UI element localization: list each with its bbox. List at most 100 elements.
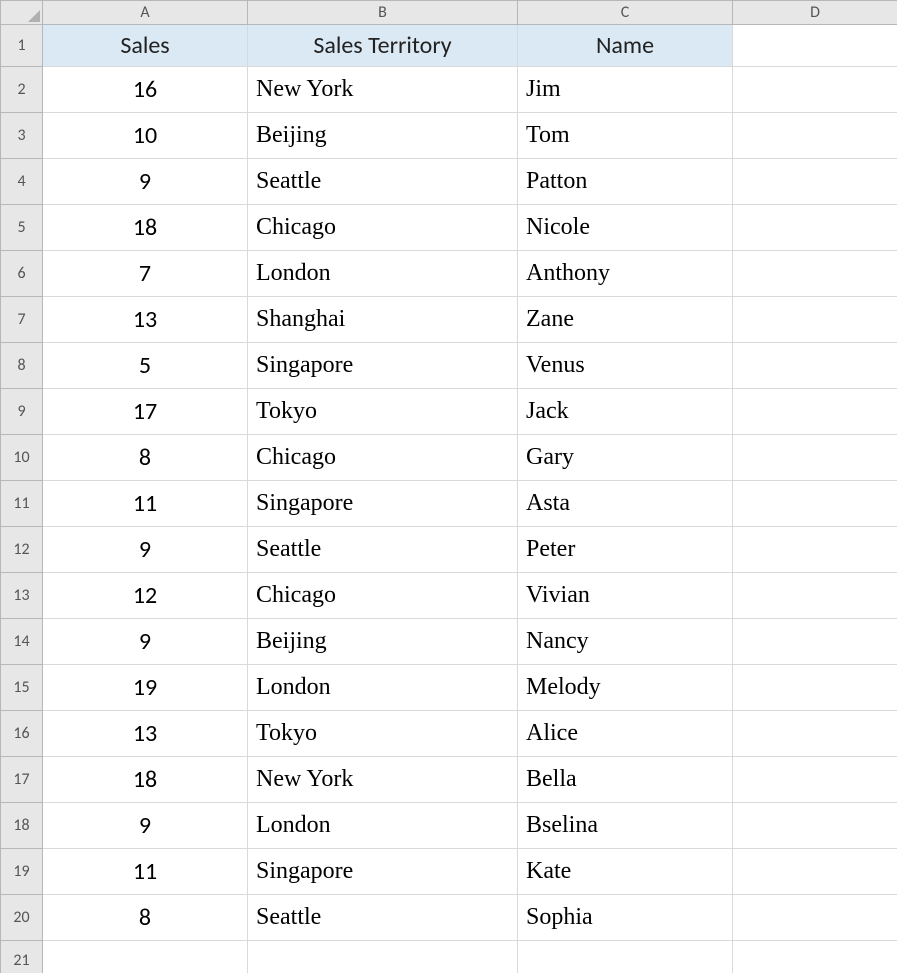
cell-d8[interactable] (733, 343, 897, 389)
cell-c19[interactable]: Kate (518, 849, 733, 895)
cell-d19[interactable] (733, 849, 897, 895)
cell-c6[interactable]: Anthony (518, 251, 733, 297)
cell-d10[interactable] (733, 435, 897, 481)
cell-a13[interactable]: 12 (43, 573, 248, 619)
cell-b2[interactable]: New York (248, 67, 518, 113)
row-header-7[interactable]: 7 (1, 297, 43, 343)
cell-a9[interactable]: 17 (43, 389, 248, 435)
cell-a5[interactable]: 18 (43, 205, 248, 251)
cell-b8[interactable]: Singapore (248, 343, 518, 389)
row-header-1[interactable]: 1 (1, 25, 43, 67)
cell-d6[interactable] (733, 251, 897, 297)
cell-c2[interactable]: Jim (518, 67, 733, 113)
cell-a11[interactable]: 11 (43, 481, 248, 527)
cell-c7[interactable]: Zane (518, 297, 733, 343)
cell-d9[interactable] (733, 389, 897, 435)
row-header-4[interactable]: 4 (1, 159, 43, 205)
cell-c16[interactable]: Alice (518, 711, 733, 757)
cell-c5[interactable]: Nicole (518, 205, 733, 251)
cell-a10[interactable]: 8 (43, 435, 248, 481)
row-header-17[interactable]: 17 (1, 757, 43, 803)
cell-d14[interactable] (733, 619, 897, 665)
row-header-19[interactable]: 19 (1, 849, 43, 895)
cell-c1[interactable]: Name (518, 25, 733, 67)
cell-a3[interactable]: 10 (43, 113, 248, 159)
cell-c8[interactable]: Venus (518, 343, 733, 389)
cell-c20[interactable]: Sophia (518, 895, 733, 941)
cell-d1[interactable] (733, 25, 897, 67)
row-header-14[interactable]: 14 (1, 619, 43, 665)
cell-d13[interactable] (733, 573, 897, 619)
row-header-20[interactable]: 20 (1, 895, 43, 941)
cell-d12[interactable] (733, 527, 897, 573)
cell-b12[interactable]: Seattle (248, 527, 518, 573)
cell-b7[interactable]: Shanghai (248, 297, 518, 343)
row-header-12[interactable]: 12 (1, 527, 43, 573)
cell-c15[interactable]: Melody (518, 665, 733, 711)
cell-a2[interactable]: 16 (43, 67, 248, 113)
cell-b15[interactable]: London (248, 665, 518, 711)
cell-b14[interactable]: Beijing (248, 619, 518, 665)
cell-a16[interactable]: 13 (43, 711, 248, 757)
cell-a15[interactable]: 19 (43, 665, 248, 711)
cell-c17[interactable]: Bella (518, 757, 733, 803)
cell-d11[interactable] (733, 481, 897, 527)
row-header-6[interactable]: 6 (1, 251, 43, 297)
cell-a6[interactable]: 7 (43, 251, 248, 297)
cell-c9[interactable]: Jack (518, 389, 733, 435)
column-header-b[interactable]: B (248, 1, 518, 25)
cell-a18[interactable]: 9 (43, 803, 248, 849)
row-header-15[interactable]: 15 (1, 665, 43, 711)
cell-c14[interactable]: Nancy (518, 619, 733, 665)
cell-b19[interactable]: Singapore (248, 849, 518, 895)
cell-b4[interactable]: Seattle (248, 159, 518, 205)
cell-a17[interactable]: 18 (43, 757, 248, 803)
cell-a8[interactable]: 5 (43, 343, 248, 389)
cell-b18[interactable]: London (248, 803, 518, 849)
row-header-11[interactable]: 11 (1, 481, 43, 527)
column-header-c[interactable]: C (518, 1, 733, 25)
cell-a21[interactable] (43, 941, 248, 973)
cell-c3[interactable]: Tom (518, 113, 733, 159)
cell-b10[interactable]: Chicago (248, 435, 518, 481)
cell-d17[interactable] (733, 757, 897, 803)
cell-b3[interactable]: Beijing (248, 113, 518, 159)
cell-d4[interactable] (733, 159, 897, 205)
cell-b9[interactable]: Tokyo (248, 389, 518, 435)
cell-c12[interactable]: Peter (518, 527, 733, 573)
cell-d2[interactable] (733, 67, 897, 113)
cell-d15[interactable] (733, 665, 897, 711)
cell-c13[interactable]: Vivian (518, 573, 733, 619)
row-header-2[interactable]: 2 (1, 67, 43, 113)
row-header-16[interactable]: 16 (1, 711, 43, 757)
cell-b13[interactable]: Chicago (248, 573, 518, 619)
cell-b20[interactable]: Seattle (248, 895, 518, 941)
row-header-9[interactable]: 9 (1, 389, 43, 435)
spreadsheet-grid[interactable]: A B C D 1 Sales Sales Territory Name 216… (0, 0, 897, 973)
column-header-a[interactable]: A (43, 1, 248, 25)
column-header-d[interactable]: D (733, 1, 897, 25)
row-header-18[interactable]: 18 (1, 803, 43, 849)
cell-d18[interactable] (733, 803, 897, 849)
row-header-5[interactable]: 5 (1, 205, 43, 251)
cell-d5[interactable] (733, 205, 897, 251)
cell-b21[interactable] (248, 941, 518, 973)
cell-d21[interactable] (733, 941, 897, 973)
cell-a20[interactable]: 8 (43, 895, 248, 941)
cell-c18[interactable]: Bselina (518, 803, 733, 849)
cell-b16[interactable]: Tokyo (248, 711, 518, 757)
cell-b17[interactable]: New York (248, 757, 518, 803)
row-header-10[interactable]: 10 (1, 435, 43, 481)
row-header-21[interactable]: 21 (1, 941, 43, 973)
select-all-corner[interactable] (1, 1, 43, 25)
cell-b11[interactable]: Singapore (248, 481, 518, 527)
cell-a4[interactable]: 9 (43, 159, 248, 205)
cell-c21[interactable] (518, 941, 733, 973)
cell-b1[interactable]: Sales Territory (248, 25, 518, 67)
row-header-3[interactable]: 3 (1, 113, 43, 159)
cell-a19[interactable]: 11 (43, 849, 248, 895)
cell-a12[interactable]: 9 (43, 527, 248, 573)
cell-c11[interactable]: Asta (518, 481, 733, 527)
cell-a7[interactable]: 13 (43, 297, 248, 343)
cell-d3[interactable] (733, 113, 897, 159)
